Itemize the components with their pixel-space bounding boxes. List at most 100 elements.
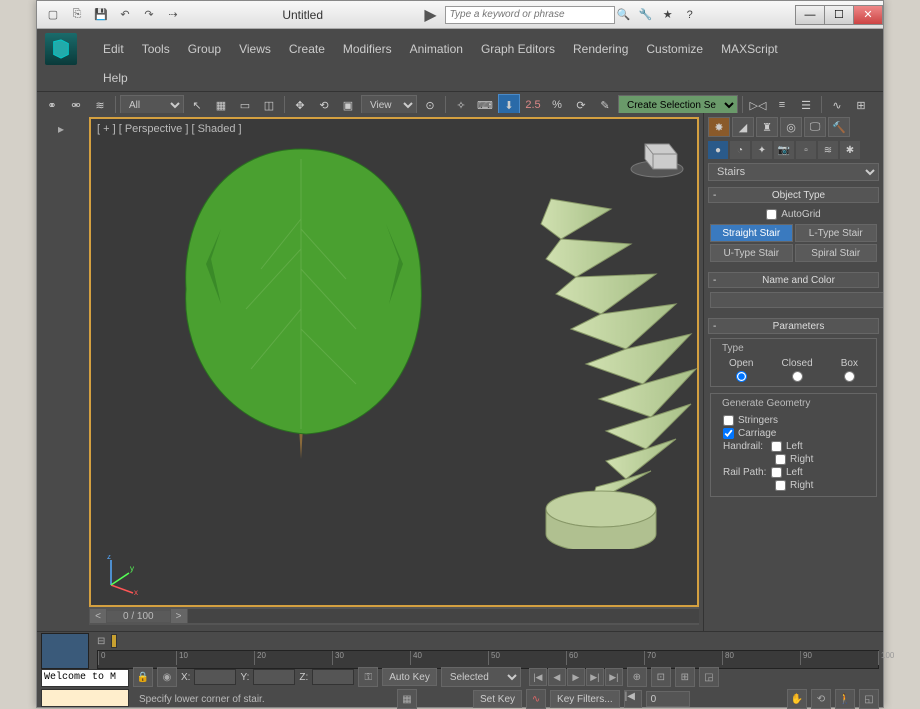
menu-rendering[interactable]: Rendering — [573, 40, 628, 58]
selection-filter-dropdown[interactable]: All — [120, 95, 184, 115]
utype-stair-button[interactable]: U-Type Stair — [710, 244, 793, 262]
motion-tab-icon[interactable]: ◎ — [780, 117, 802, 137]
geometry-subtab-icon[interactable]: ● — [708, 141, 728, 159]
star-icon[interactable]: ★ — [659, 6, 677, 24]
modify-tab-icon[interactable]: ◢ — [732, 117, 754, 137]
name-color-rollout-header[interactable]: -Name and Color — [708, 272, 879, 288]
named-selection-dropdown[interactable]: Create Selection Se — [618, 95, 738, 115]
help-icon[interactable]: ? — [681, 6, 699, 24]
next-frame-icon[interactable]: ▶| — [586, 668, 604, 686]
cameras-subtab-icon[interactable]: 📷 — [774, 141, 794, 159]
create-tab-icon[interactable]: ✸ — [708, 117, 730, 137]
isolate-icon[interactable]: ◉ — [157, 667, 177, 687]
menu-tools[interactable]: Tools — [142, 40, 170, 58]
x-input[interactable] — [194, 669, 236, 685]
key-mode-icon[interactable]: ⊕ — [627, 667, 647, 687]
keyfilters-button[interactable]: Key Filters... — [550, 690, 620, 708]
menu-help[interactable]: Help — [103, 69, 128, 87]
current-frame-input[interactable] — [646, 691, 690, 707]
y-input[interactable] — [253, 669, 295, 685]
systems-subtab-icon[interactable]: ✱ — [840, 141, 860, 159]
grid-icon[interactable]: ▦ — [397, 689, 417, 709]
menu-graph-editors[interactable]: Graph Editors — [481, 40, 555, 58]
refcoord-dropdown[interactable]: View — [361, 95, 417, 115]
goto-end-icon[interactable]: ▶| — [605, 668, 623, 686]
close-button[interactable]: ✕ — [853, 5, 883, 25]
open-icon[interactable]: ⎘ — [67, 5, 87, 25]
setkey-button[interactable]: Set Key — [473, 690, 522, 708]
menu-animation[interactable]: Animation — [410, 40, 463, 58]
menu-modifiers[interactable]: Modifiers — [343, 40, 392, 58]
handrail-left-checkbox[interactable] — [771, 441, 782, 452]
stringers-checkbox[interactable] — [723, 415, 734, 426]
object-type-rollout-header[interactable]: -Object Type — [708, 187, 879, 203]
perspective-viewport[interactable]: [ + ] [ Perspective ] [ Shaded ] — [89, 117, 699, 607]
maximize-viewport-icon[interactable]: ◱ — [859, 689, 879, 709]
autogrid-checkbox[interactable] — [766, 209, 777, 220]
menu-customize[interactable]: Customize — [646, 40, 703, 58]
expand-icon[interactable]: ▸ — [51, 119, 71, 139]
walk-icon[interactable]: 🚶 — [835, 689, 855, 709]
prev-frame-icon[interactable]: ◀ — [548, 668, 566, 686]
straight-stair-button[interactable]: Straight Stair — [710, 224, 793, 242]
search-arrow-icon[interactable]: ▶ — [424, 5, 436, 25]
parameters-rollout-header[interactable]: -Parameters — [708, 318, 879, 334]
goto-start-icon[interactable]: |◀ — [529, 668, 547, 686]
hierarchy-tab-icon[interactable]: ♜ — [756, 117, 778, 137]
viewport-nav1-icon[interactable]: ⊞ — [675, 667, 695, 687]
minimize-button[interactable]: — — [795, 5, 825, 25]
prev-key-icon[interactable]: |◀ — [624, 690, 642, 708]
autokey-button[interactable]: Auto Key — [382, 668, 437, 686]
spiral-stair-button[interactable]: Spiral Stair — [795, 244, 878, 262]
viewcube[interactable] — [627, 129, 687, 179]
binoculars-icon[interactable]: 🔍 — [615, 6, 633, 24]
carriage-checkbox[interactable] — [723, 428, 734, 439]
play-icon[interactable]: ▶ — [567, 668, 585, 686]
z-input[interactable] — [312, 669, 354, 685]
key-icon[interactable]: ⚿ — [358, 667, 378, 687]
script-listener[interactable]: Welcome to M — [41, 669, 129, 687]
orbit-icon[interactable]: ⟲ — [811, 689, 831, 709]
undo-icon[interactable]: ↶ — [115, 5, 135, 25]
redo-icon[interactable]: ↷ — [139, 5, 159, 25]
shapes-subtab-icon[interactable]: ◔ — [730, 141, 750, 159]
wrench-icon[interactable]: 🔧 — [637, 6, 655, 24]
help-search-input[interactable] — [445, 6, 615, 24]
track-config-icon[interactable]: ⊟ — [97, 636, 105, 647]
display-tab-icon[interactable]: 🖵 — [804, 117, 826, 137]
ltype-stair-button[interactable]: L-Type Stair — [795, 224, 878, 242]
type-box-radio[interactable] — [844, 371, 855, 382]
viewport-nav2-icon[interactable]: ◲ — [699, 667, 719, 687]
time-slider[interactable] — [111, 634, 117, 648]
category-dropdown[interactable]: Stairs — [708, 163, 879, 181]
helpers-subtab-icon[interactable]: ▫ — [796, 141, 816, 159]
railpath-right-checkbox[interactable] — [775, 480, 786, 491]
type-closed-radio[interactable] — [792, 371, 803, 382]
spacewarps-subtab-icon[interactable]: ≋ — [818, 141, 838, 159]
app-icon[interactable] — [45, 33, 77, 65]
type-open-radio[interactable] — [736, 371, 747, 382]
scroll-left-icon[interactable]: < — [89, 608, 107, 624]
menu-maxscript[interactable]: MAXScript — [721, 40, 778, 58]
pan-icon[interactable]: ✋ — [787, 689, 807, 709]
menu-edit[interactable]: Edit — [103, 40, 124, 58]
menu-group[interactable]: Group — [188, 40, 221, 58]
lights-subtab-icon[interactable]: ✦ — [752, 141, 772, 159]
maximize-button[interactable]: ☐ — [824, 5, 854, 25]
lock-icon[interactable]: 🔒 — [133, 667, 153, 687]
save-icon[interactable]: 💾 — [91, 5, 111, 25]
viewport-thumbnail[interactable] — [41, 633, 89, 669]
utilities-tab-icon[interactable]: 🔨 — [828, 117, 850, 137]
time-config-icon[interactable]: ⊡ — [651, 667, 671, 687]
viewport-scrollbar[interactable]: < 0 / 100 > — [89, 607, 699, 625]
object-name-input[interactable] — [710, 292, 883, 308]
keymode-icon[interactable]: ∿ — [526, 689, 546, 709]
script-input[interactable] — [41, 689, 129, 707]
menu-views[interactable]: Views — [239, 40, 271, 58]
new-icon[interactable]: ▢ — [43, 5, 63, 25]
menu-create[interactable]: Create — [289, 40, 325, 58]
link-icon[interactable]: ⇢ — [163, 5, 183, 25]
keyfilter-dropdown[interactable]: Selected — [441, 667, 521, 687]
railpath-left-checkbox[interactable] — [771, 467, 782, 478]
handrail-right-checkbox[interactable] — [775, 454, 786, 465]
